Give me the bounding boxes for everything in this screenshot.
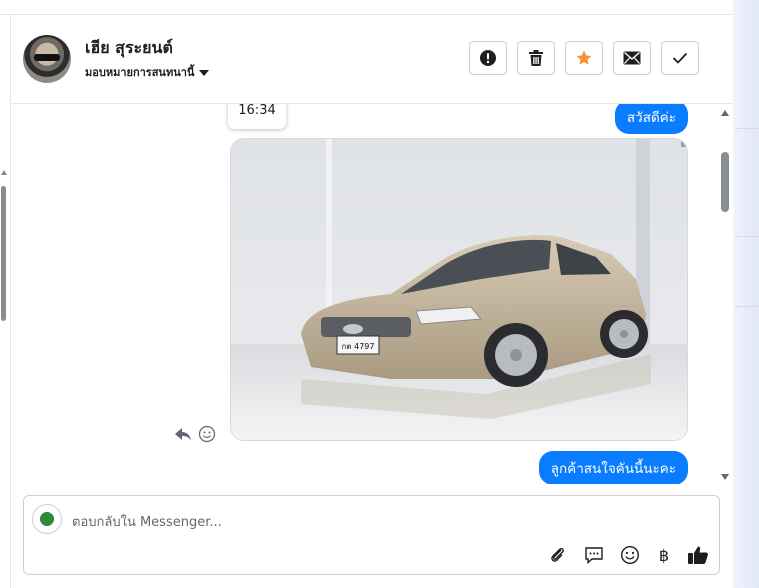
star-button[interactable] (565, 41, 603, 75)
panel-divider (733, 0, 735, 588)
thumbs-up-icon[interactable] (687, 544, 709, 566)
contact-name[interactable]: เฮีย สุระยนต์ (85, 36, 173, 61)
scroll-thumb[interactable] (721, 152, 729, 212)
baht-icon[interactable]: ฿ (653, 544, 675, 566)
spam-button[interactable] (469, 41, 507, 75)
car-photo-message[interactable]: กต 4797 (230, 138, 688, 441)
mark-unread-button[interactable] (613, 41, 651, 75)
timestamp-tooltip: 16:34 (228, 104, 286, 129)
page-avatar (32, 504, 62, 534)
envelope-icon (623, 51, 641, 65)
license-plate: กต 4797 (342, 342, 375, 351)
delete-button[interactable] (517, 41, 555, 75)
mark-done-button[interactable] (661, 41, 699, 75)
reply-icon[interactable] (173, 424, 193, 444)
composer-tools: ฿ (547, 544, 709, 566)
trash-icon (529, 50, 543, 66)
chat-scrollbar[interactable] (720, 104, 732, 484)
right-side-panel (733, 0, 759, 588)
emoji-reaction-icon[interactable] (197, 424, 217, 444)
message-thread: สวัสดีค่ะ 16:34 กต 4797 ลูกค้าสนใจคันนี้… (11, 104, 733, 484)
paperclip-icon[interactable] (547, 544, 569, 566)
message-bubble[interactable]: ลูกค้าสนใจคันนี้นะคะ (538, 451, 688, 484)
reply-composer[interactable]: ตอบกลับใน Messenger... ฿ (23, 495, 720, 575)
caret-down-icon (199, 70, 210, 76)
saved-reply-icon[interactable] (583, 544, 605, 566)
alert-circle-icon (480, 50, 496, 66)
conversation-header: เฮีย สุระยนต์ มอบหมายการสนทนานี้ (11, 15, 733, 104)
emoji-icon[interactable] (619, 544, 641, 566)
scroll-up-icon[interactable] (721, 110, 729, 116)
left-scrollbar[interactable] (0, 170, 9, 330)
reply-input[interactable]: ตอบกลับใน Messenger... (72, 511, 222, 532)
assign-label: มอบหมายการสนทนานี้ (85, 66, 195, 79)
check-icon (672, 52, 688, 64)
star-icon (576, 50, 592, 65)
scroll-down-icon[interactable] (721, 474, 729, 480)
avatar[interactable] (23, 35, 71, 83)
assign-conversation-dropdown[interactable]: มอบหมายการสนทนานี้ (85, 63, 210, 81)
message-bubble[interactable]: สวัสดีค่ะ (614, 104, 688, 134)
car-photo: กต 4797 (231, 139, 687, 440)
